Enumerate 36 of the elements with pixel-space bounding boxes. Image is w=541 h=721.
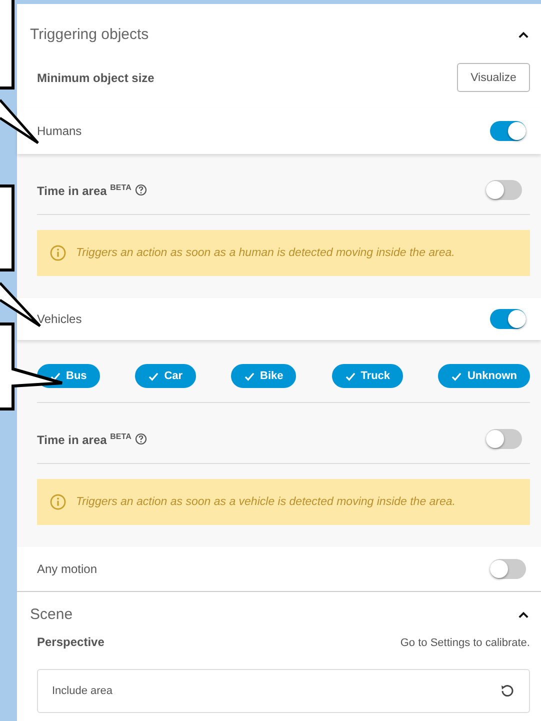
chevron-icon[interactable] <box>518 30 529 38</box>
filter-chip[interactable]: Car <box>135 364 196 388</box>
object-label: Vehicles <box>37 312 82 326</box>
toggle-switch[interactable] <box>490 121 526 141</box>
toggle-switch[interactable] <box>490 309 526 329</box>
visualize-button[interactable]: Visualize <box>457 63 530 92</box>
help-icon[interactable] <box>135 433 148 445</box>
filter-chip[interactable]: Unknown <box>438 364 530 388</box>
info-icon <box>50 245 66 261</box>
perspective-label: Perspective <box>37 635 104 649</box>
toggle-switch[interactable] <box>486 180 522 200</box>
calibrate-hint: Go to Settings to calibrate. <box>400 637 530 649</box>
check-icon <box>148 372 160 380</box>
toggle-switch[interactable] <box>490 559 526 579</box>
time-in-area-label: Time in area $^{BETA}$ <box>37 432 132 446</box>
check-icon <box>244 372 255 380</box>
filter-chip[interactable]: Truck <box>332 364 404 388</box>
notice-text: Triggers an action as soon as a human is detected moving inside the area. <box>76 247 455 259</box>
check-icon <box>50 372 61 380</box>
toggle-switch[interactable] <box>486 429 522 449</box>
check-icon <box>451 372 462 380</box>
object-label: Humans <box>37 124 82 138</box>
include-area-label: Include area <box>52 685 113 697</box>
section-title: Triggering objects <box>30 26 149 43</box>
filter-chip[interactable]: Bike <box>231 364 296 388</box>
check-icon <box>344 372 356 380</box>
help-icon[interactable] <box>135 184 148 196</box>
info-icon <box>50 494 66 510</box>
notice-text: Triggers an action as soon as a vehicle is detected moving inside the area. <box>76 496 456 508</box>
any-motion-label: Any motion <box>37 562 98 576</box>
minimum-size-label: Minimum object size <box>37 70 154 84</box>
chevron-icon[interactable] <box>518 610 529 618</box>
section-title: Scene <box>30 606 73 623</box>
reset-icon[interactable] <box>499 683 515 699</box>
time-in-area-label: Time in area $^{BETA}$ <box>37 182 132 198</box>
include-area-item[interactable]: Include area <box>37 669 530 713</box>
